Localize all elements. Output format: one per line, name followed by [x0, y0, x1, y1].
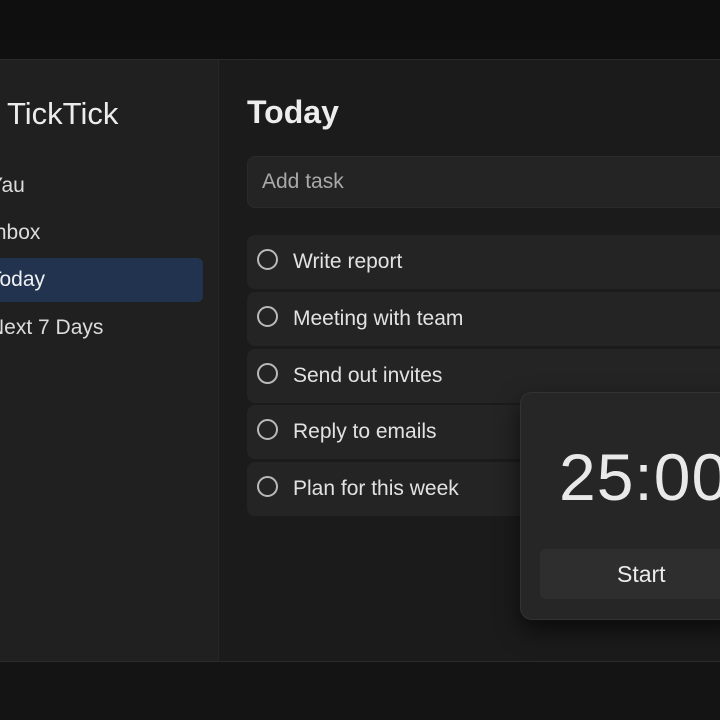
sidebar: TickTick Yau Inbox Today Next 7 Days: [0, 60, 219, 661]
task-row[interactable]: Write report: [247, 235, 720, 289]
screen: TickTick Yau Inbox Today Next 7 Days Tod…: [0, 0, 720, 720]
task-label: Write report: [293, 250, 403, 273]
task-checkbox[interactable]: [257, 306, 278, 327]
task-checkbox[interactable]: [257, 476, 278, 497]
timer-display: 25:00: [559, 440, 720, 514]
start-button[interactable]: Start: [540, 549, 720, 599]
task-label: Send out invites: [293, 364, 443, 387]
sidebar-item-label: Inbox: [0, 221, 41, 244]
pomodoro-timer-card: 25:00 Start: [520, 392, 720, 620]
task-row[interactable]: Meeting with team: [247, 292, 720, 346]
task-label: Meeting with team: [293, 307, 464, 330]
sidebar-item-today[interactable]: Today: [0, 258, 203, 302]
sidebar-item-next-7-days[interactable]: Next 7 Days: [0, 306, 203, 350]
task-label: Plan for this week: [293, 477, 459, 500]
add-task-input[interactable]: [247, 156, 720, 208]
task-checkbox[interactable]: [257, 363, 278, 384]
app-title: TickTick: [7, 96, 119, 131]
sidebar-item-inbox[interactable]: Inbox: [0, 211, 203, 255]
sidebar-item-label: Next 7 Days: [0, 316, 104, 339]
sidebar-item-label: Yau: [0, 174, 25, 197]
sidebar-item-yau[interactable]: Yau: [0, 164, 203, 208]
page-title: Today: [247, 94, 339, 130]
task-checkbox[interactable]: [257, 419, 278, 440]
task-checkbox[interactable]: [257, 249, 278, 270]
task-label: Reply to emails: [293, 420, 437, 443]
sidebar-item-label: Today: [0, 268, 46, 291]
